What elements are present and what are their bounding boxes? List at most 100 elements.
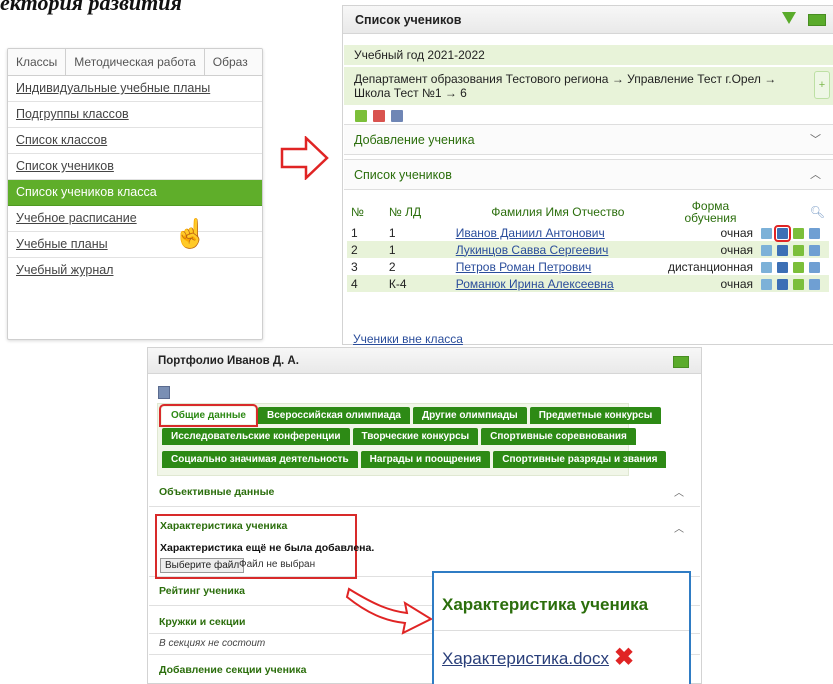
toolbar-icons bbox=[355, 110, 403, 122]
chevron-down-icon[interactable]: ﹀ bbox=[810, 131, 821, 147]
edit-icon[interactable] bbox=[761, 278, 772, 290]
zoom-title: Характеристика ученика bbox=[442, 595, 649, 614]
uploaded-file-link[interactable]: Характеристика.docx bbox=[442, 649, 609, 669]
left-menu: Классы Методическая работа Образ Индивид… bbox=[7, 48, 263, 340]
row-ld: 1 bbox=[384, 241, 452, 258]
row-form: очная bbox=[663, 241, 757, 258]
characteristic-message: Характеристика ещё не была добавлена. bbox=[160, 542, 375, 554]
tab-subject-contests[interactable]: Предметные конкурсы bbox=[529, 407, 662, 424]
delete-file-icon[interactable]: ✖ bbox=[614, 643, 634, 672]
portfolio-icon[interactable] bbox=[777, 278, 788, 290]
callout-arrow-icon bbox=[345, 587, 434, 635]
remove-student-icon[interactable] bbox=[373, 110, 385, 122]
objective-data-label: Объективные данные bbox=[159, 486, 275, 498]
pointer-hand-icon: ☝ bbox=[173, 218, 208, 249]
portfolio-icon[interactable] bbox=[777, 261, 788, 273]
row-num: 3 bbox=[351, 259, 358, 274]
table-row: 2 1 Лукинцов Савва Сергеевич очная bbox=[347, 241, 829, 258]
path-expand-button[interactable]: + bbox=[814, 71, 830, 99]
zoom-callout: Характеристика ученика Характеристика.do… bbox=[432, 571, 691, 684]
objective-data-section[interactable]: Объективные данные ︿ bbox=[149, 476, 700, 507]
col-num: № bbox=[351, 205, 364, 219]
portfolio-title: Портфолио Иванов Д. А. bbox=[158, 355, 299, 367]
menu-tabs: Классы Методическая работа Образ bbox=[8, 49, 262, 76]
menu-item-class-subgroups[interactable]: Подгруппы классов bbox=[8, 102, 262, 128]
tab-research-conferences[interactable]: Исследовательские конференции bbox=[162, 428, 350, 445]
row-num: 1 bbox=[351, 225, 358, 240]
add-student-section[interactable]: Добавление ученика ﹀ bbox=[344, 124, 833, 155]
table-row: 4 К-4 Романюк Ирина Алексеевна очная bbox=[347, 275, 829, 292]
col-form: Форма обучения bbox=[664, 200, 757, 224]
menu-item-class-student-list[interactable]: Список учеников класса bbox=[8, 180, 262, 206]
table-row: 1 1 Иванов Даниил Антонович очная bbox=[347, 224, 829, 242]
menu-item-curricula[interactable]: Учебные планы bbox=[8, 232, 262, 258]
edit-icon[interactable] bbox=[761, 261, 772, 273]
row-ld: 2 bbox=[388, 259, 396, 274]
students-table: № № ЛД Фамилия Имя Отчество Форма обучен… bbox=[347, 200, 829, 292]
export-doc-icon[interactable] bbox=[158, 386, 170, 399]
add-student-icon[interactable] bbox=[355, 110, 367, 122]
tab-social-activity[interactable]: Социально значимая деятельность bbox=[162, 451, 358, 468]
clubs-note: В секциях не состоит bbox=[159, 638, 266, 649]
panel-title: Список учеников bbox=[355, 13, 462, 27]
students-outside-class-link[interactable]: Ученики вне класса bbox=[353, 332, 463, 346]
student-list-section[interactable]: Список учеников ︿ bbox=[344, 159, 833, 190]
student-list-label: Список учеников bbox=[354, 168, 452, 182]
col-form-line2: обучения bbox=[684, 211, 737, 225]
move-icon[interactable] bbox=[793, 261, 804, 273]
tab-other-olympiads[interactable]: Другие олимпиады bbox=[413, 407, 527, 424]
tab-awards[interactable]: Награды и поощрения bbox=[360, 451, 491, 468]
edit-icon[interactable] bbox=[761, 244, 772, 256]
search-icon[interactable]: 🔍︎ bbox=[810, 205, 825, 219]
export-doc-icon[interactable] bbox=[391, 110, 403, 122]
menu-item-individual-plans[interactable]: Индивидуальные учебные планы bbox=[8, 76, 262, 102]
chevron-up-icon[interactable]: ︿ bbox=[674, 520, 684, 535]
menu-item-student-list[interactable]: Список учеников bbox=[8, 154, 262, 180]
student-name-link[interactable]: Романюк Ирина Алексеевна bbox=[456, 277, 614, 291]
clubs-label: Кружки и секции bbox=[159, 616, 246, 628]
row-ld: 1 bbox=[388, 225, 396, 240]
portfolio-header: Портфолио Иванов Д. А. bbox=[148, 348, 701, 374]
row-form: дистанционная bbox=[667, 259, 753, 274]
window-icon[interactable] bbox=[673, 356, 689, 368]
tab-general-data[interactable]: Общие данные bbox=[159, 404, 258, 427]
portfolio-icon[interactable] bbox=[777, 244, 788, 256]
menu-item-timetable[interactable]: Учебное расписание bbox=[8, 206, 262, 232]
student-name-link[interactable]: Иванов Даниил Антонович bbox=[456, 226, 605, 240]
student-name-link[interactable]: Лукинцов Савва Сергеевич bbox=[456, 243, 609, 257]
tab-education[interactable]: Образ bbox=[205, 49, 256, 75]
student-name-link[interactable]: Петров Роман Петрович bbox=[456, 260, 592, 274]
tab-sports-ranks[interactable]: Спортивные разряды и звания bbox=[493, 451, 667, 468]
chevron-up-icon[interactable]: ︿ bbox=[810, 166, 821, 182]
move-icon[interactable] bbox=[793, 244, 804, 256]
transfer-icon[interactable] bbox=[809, 261, 820, 273]
window-icon[interactable] bbox=[808, 14, 826, 26]
zoom-divider bbox=[434, 630, 689, 631]
transfer-icon[interactable] bbox=[809, 227, 820, 239]
menu-item-journal[interactable]: Учебный журнал bbox=[8, 258, 262, 283]
move-icon[interactable] bbox=[793, 278, 804, 290]
transfer-icon[interactable] bbox=[809, 244, 820, 256]
move-icon[interactable] bbox=[793, 227, 804, 239]
tab-methodical-work[interactable]: Методическая работа bbox=[66, 49, 205, 75]
right-arrow-icon bbox=[280, 136, 329, 180]
choose-file-button[interactable]: Выберите файл bbox=[160, 558, 245, 573]
portfolio-icon[interactable] bbox=[774, 224, 791, 242]
transfer-icon[interactable] bbox=[809, 278, 820, 290]
tab-sports-competitions[interactable]: Спортивные соревнования bbox=[481, 428, 636, 445]
school-year: Учебный год 2021-2022 bbox=[344, 45, 833, 65]
tab-classes[interactable]: Классы bbox=[8, 49, 67, 75]
file-not-selected: Файл не выбран bbox=[239, 559, 316, 570]
characteristic-title: Характеристика ученика bbox=[160, 520, 288, 532]
row-form: очная bbox=[663, 275, 757, 292]
add-student-label: Добавление ученика bbox=[354, 133, 475, 147]
rating-label: Рейтинг ученика bbox=[159, 585, 245, 597]
col-ld: № ЛД bbox=[388, 205, 422, 219]
menu-item-class-list[interactable]: Список классов bbox=[8, 128, 262, 154]
chevron-up-icon[interactable]: ︿ bbox=[674, 484, 684, 499]
edit-icon[interactable] bbox=[761, 227, 772, 239]
tab-creative-contests[interactable]: Творческие конкурсы bbox=[352, 428, 479, 445]
tab-russian-olympiad[interactable]: Всероссийская олимпиада bbox=[257, 407, 410, 424]
row-form: очная bbox=[720, 225, 753, 240]
download-icon[interactable] bbox=[782, 12, 796, 24]
